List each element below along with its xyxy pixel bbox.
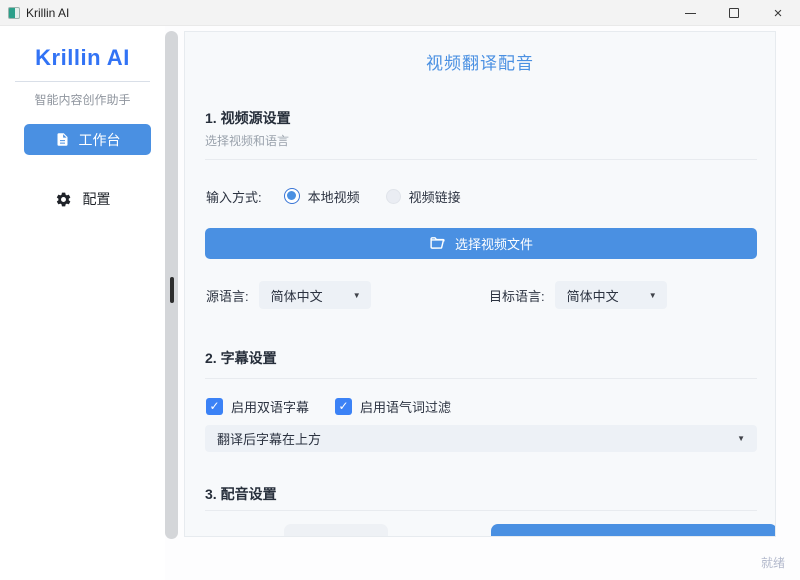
close-icon: × — [774, 6, 783, 21]
window-controls: × — [668, 0, 800, 26]
section1-subheading: 选择视频和语言 — [205, 132, 289, 149]
sidebar-item-label: 配置 — [83, 189, 111, 209]
checkbox-bilingual-subtitles[interactable]: ✓ 启用双语字幕 — [206, 397, 309, 416]
status-badge: 就绪 — [761, 554, 785, 571]
input-method-label: 输入方式: — [206, 187, 262, 206]
source-language-select[interactable]: 简体中文 ▼ — [259, 281, 371, 309]
minimize-button[interactable] — [668, 0, 712, 26]
app-logo-text: Krillin AI — [0, 45, 165, 71]
page-title: 视频翻译配音 — [185, 49, 775, 74]
app-logo-icon — [8, 7, 20, 19]
titlebar: Krillin AI × — [0, 0, 800, 26]
source-language-group: 源语言: 简体中文 ▼ — [206, 281, 371, 309]
radio-link-label: 视频链接 — [409, 187, 461, 206]
target-language-value: 简体中文 — [567, 286, 619, 305]
radio-video-link[interactable]: 视频链接 — [386, 187, 461, 206]
scrollbar-track[interactable] — [165, 31, 178, 539]
checkbox-checked-icon: ✓ — [335, 398, 352, 415]
secondary-button-partial[interactable] — [284, 524, 388, 537]
divider — [205, 510, 757, 511]
checkbox-checked-icon: ✓ — [206, 398, 223, 415]
radio-local-video[interactable]: 本地视频 — [284, 187, 360, 206]
section2-heading: 2. 字幕设置 — [205, 348, 277, 368]
sidebar-item-workbench[interactable]: 工作台 — [24, 124, 151, 155]
divider — [205, 159, 757, 160]
chevron-down-icon: ▼ — [353, 291, 361, 300]
source-language-label: 源语言: — [206, 286, 249, 305]
primary-button-partial[interactable] — [491, 524, 776, 537]
subtitle-position-value: 翻译后字幕在上方 — [217, 429, 321, 448]
app-subtitle: 智能内容创作助手 — [0, 91, 165, 108]
radio-local-label: 本地视频 — [308, 187, 360, 206]
target-language-group: 目标语言: 简体中文 ▼ — [489, 281, 667, 309]
main-content: 视频翻译配音 1. 视频源设置 选择视频和语言 输入方式: 本地视频 视频链接 … — [184, 31, 776, 537]
chevron-down-icon: ▼ — [649, 291, 657, 300]
checkbox-filler-word-filter[interactable]: ✓ 启用语气词过滤 — [335, 397, 451, 416]
sidebar-divider — [15, 81, 150, 82]
language-row: 源语言: 简体中文 ▼ 目标语言: 简体中文 ▼ — [206, 281, 757, 309]
sidebar-item-config[interactable]: 配置 — [0, 183, 165, 215]
minimize-icon — [685, 13, 696, 14]
input-method-row: 输入方式: 本地视频 视频链接 — [206, 186, 461, 206]
scrollbar-thumb[interactable] — [170, 277, 174, 303]
radio-selected-icon — [284, 188, 300, 204]
select-video-file-button[interactable]: 选择视频文件 — [205, 228, 757, 259]
sidebar: Krillin AI 智能内容创作助手 工作台 配置 — [0, 26, 165, 580]
target-language-label: 目标语言: — [489, 286, 545, 305]
check-icon: ✓ — [338, 400, 348, 412]
divider — [205, 378, 757, 379]
source-language-value: 简体中文 — [271, 286, 323, 305]
gear-icon — [55, 191, 72, 208]
section3-heading: 3. 配音设置 — [205, 484, 277, 504]
section1-heading: 1. 视频源设置 — [205, 108, 291, 128]
subtitle-options-row: ✓ 启用双语字幕 ✓ 启用语气词过滤 — [206, 397, 451, 415]
target-language-select[interactable]: 简体中文 ▼ — [555, 281, 667, 309]
radio-unselected-icon — [386, 189, 401, 204]
close-button[interactable]: × — [756, 0, 800, 26]
chevron-down-icon: ▼ — [737, 434, 745, 443]
document-icon — [55, 132, 70, 147]
check-icon: ✓ — [209, 400, 219, 412]
checkbox-bilingual-label: 启用双语字幕 — [231, 397, 309, 416]
checkbox-filler-label: 启用语气词过滤 — [360, 397, 451, 416]
maximize-button[interactable] — [712, 0, 756, 26]
window-title: Krillin AI — [26, 6, 69, 20]
sidebar-item-label: 工作台 — [79, 130, 121, 150]
select-video-file-label: 选择视频文件 — [455, 234, 533, 253]
subtitle-position-select[interactable]: 翻译后字幕在上方 ▼ — [205, 425, 757, 452]
folder-icon — [429, 235, 446, 252]
maximize-icon — [729, 8, 739, 18]
